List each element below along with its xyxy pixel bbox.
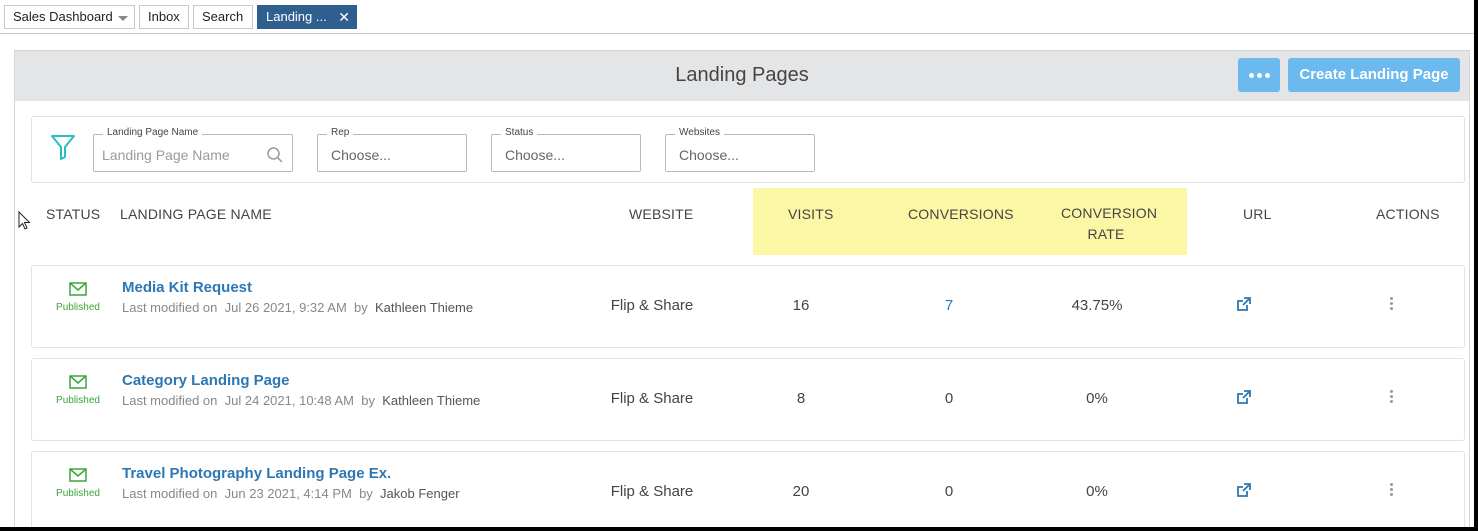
conversion-rate-cell: 43.75% bbox=[1071, 297, 1123, 314]
field-value: Choose... bbox=[331, 147, 391, 163]
landing-page-link[interactable]: Media Kit Request bbox=[122, 279, 252, 296]
tab-label: Inbox bbox=[148, 9, 180, 24]
landing-pages-panel: Landing Pages Create Landing Page Landin… bbox=[14, 50, 1470, 527]
create-landing-page-button[interactable]: Create Landing Page bbox=[1288, 58, 1460, 92]
tab-label: Landing ... bbox=[266, 9, 327, 24]
app-window: Sales Dashboard Inbox Search Landing ...… bbox=[0, 0, 1474, 527]
meta-date: Jul 24 2021, 10:48 AM bbox=[224, 393, 355, 408]
table-row[interactable]: Published Category Landing Page Last mod… bbox=[31, 358, 1465, 441]
meta-author: Jakob Fenger bbox=[380, 486, 460, 501]
table-row[interactable]: Published Travel Photography Landing Pag… bbox=[31, 451, 1465, 527]
tab-landing-pages[interactable]: Landing ... ✕ bbox=[257, 5, 357, 29]
more-horizontal-icon bbox=[1265, 73, 1270, 78]
search-icon[interactable] bbox=[266, 146, 284, 164]
meta-prefix: Last modified on bbox=[122, 393, 218, 408]
tab-sales-dashboard[interactable]: Sales Dashboard bbox=[4, 5, 135, 29]
status-badge: Published bbox=[56, 395, 100, 406]
more-horizontal-icon bbox=[1257, 73, 1262, 78]
field-label: Status bbox=[501, 127, 538, 138]
column-header-website[interactable]: WEBSITE bbox=[629, 206, 693, 222]
status-select[interactable]: Status Choose... bbox=[491, 127, 641, 172]
conversion-rate-cell: 0% bbox=[1086, 483, 1108, 500]
column-header-url: URL bbox=[1243, 206, 1272, 222]
field-placeholder: Landing Page Name bbox=[102, 147, 230, 163]
field-label: Landing Page Name bbox=[103, 127, 203, 138]
status-cell: Published bbox=[56, 468, 100, 499]
conversions-cell: 0 bbox=[944, 390, 954, 407]
kebab-menu-icon[interactable] bbox=[1390, 390, 1394, 405]
kebab-menu-icon[interactable] bbox=[1390, 297, 1394, 312]
meta-by: by bbox=[354, 300, 368, 315]
last-modified: Last modified on Jul 24 2021, 10:48 AM b… bbox=[122, 393, 480, 408]
close-icon[interactable]: ✕ bbox=[338, 6, 350, 28]
conversions-cell[interactable]: 7 bbox=[929, 297, 969, 314]
column-header-conversion-rate[interactable]: CONVERSION RATE bbox=[1061, 203, 1157, 245]
filter-bar: Landing Page Name Landing Page Name Rep … bbox=[31, 116, 1465, 183]
website-cell: Flip & Share bbox=[610, 390, 694, 407]
meta-date: Jul 26 2021, 9:32 AM bbox=[224, 300, 347, 315]
website-cell: Flip & Share bbox=[610, 483, 694, 500]
table-row[interactable]: Published Media Kit Request Last modifie… bbox=[31, 265, 1465, 348]
field-value: Choose... bbox=[679, 147, 739, 163]
last-modified: Last modified on Jul 26 2021, 9:32 AM by… bbox=[122, 300, 473, 315]
conversion-rate-cell: 0% bbox=[1086, 390, 1108, 407]
status-cell: Published bbox=[56, 375, 100, 406]
website-cell: Flip & Share bbox=[610, 297, 694, 314]
meta-by: by bbox=[359, 486, 373, 501]
last-modified: Last modified on Jun 23 2021, 4:14 PM by… bbox=[122, 486, 460, 501]
visits-cell: 8 bbox=[796, 390, 806, 407]
filter-icon[interactable] bbox=[50, 133, 76, 161]
status-cell: Published bbox=[56, 282, 100, 313]
status-badge: Published bbox=[56, 488, 100, 499]
envelope-icon bbox=[69, 468, 87, 482]
status-badge: Published bbox=[56, 302, 100, 313]
column-header-name[interactable]: LANDING PAGE NAME bbox=[120, 206, 272, 222]
landing-page-name-input[interactable]: Landing Page Name Landing Page Name bbox=[93, 127, 293, 172]
rep-select[interactable]: Rep Choose... bbox=[317, 127, 467, 172]
envelope-icon bbox=[69, 375, 87, 389]
meta-prefix: Last modified on bbox=[122, 486, 218, 501]
tab-bar: Sales Dashboard Inbox Search Landing ...… bbox=[0, 0, 1474, 34]
meta-prefix: Last modified on bbox=[122, 300, 218, 315]
landing-page-link[interactable]: Travel Photography Landing Page Ex. bbox=[122, 465, 391, 482]
meta-by: by bbox=[361, 393, 375, 408]
mouse-cursor-icon bbox=[18, 211, 31, 230]
tab-inbox[interactable]: Inbox bbox=[139, 5, 189, 29]
field-value: Choose... bbox=[505, 147, 565, 163]
external-link-icon[interactable] bbox=[1236, 390, 1251, 405]
visits-cell: 20 bbox=[792, 483, 810, 500]
external-link-icon[interactable] bbox=[1236, 297, 1251, 312]
meta-author: Kathleen Thieme bbox=[375, 300, 474, 315]
tab-label: Sales Dashboard bbox=[13, 9, 113, 24]
more-horizontal-icon bbox=[1249, 73, 1254, 78]
meta-date: Jun 23 2021, 4:14 PM bbox=[224, 486, 352, 501]
field-label: Websites bbox=[675, 127, 724, 138]
landing-page-link[interactable]: Category Landing Page bbox=[122, 372, 290, 389]
column-header-line: RATE bbox=[1087, 226, 1125, 242]
envelope-icon bbox=[69, 282, 87, 296]
external-link-icon[interactable] bbox=[1236, 483, 1251, 498]
more-options-button[interactable] bbox=[1238, 58, 1280, 92]
page-header: Landing Pages Create Landing Page bbox=[15, 51, 1469, 101]
column-header-actions: ACTIONS bbox=[1376, 206, 1440, 222]
conversions-cell: 0 bbox=[944, 483, 954, 500]
meta-author: Kathleen Thieme bbox=[382, 393, 481, 408]
column-header-conversions[interactable]: CONVERSIONS bbox=[908, 206, 1014, 222]
tab-search[interactable]: Search bbox=[193, 5, 253, 29]
caret-down-icon[interactable] bbox=[118, 16, 128, 21]
column-header-visits[interactable]: VISITS bbox=[788, 206, 834, 222]
column-header-status[interactable]: STATUS bbox=[46, 206, 100, 222]
tab-label: Search bbox=[202, 9, 244, 24]
column-header-line: CONVERSION bbox=[1061, 205, 1158, 221]
kebab-menu-icon[interactable] bbox=[1390, 483, 1394, 498]
visits-cell: 16 bbox=[792, 297, 810, 314]
field-label: Rep bbox=[327, 127, 354, 138]
websites-select[interactable]: Websites Choose... bbox=[665, 127, 815, 172]
